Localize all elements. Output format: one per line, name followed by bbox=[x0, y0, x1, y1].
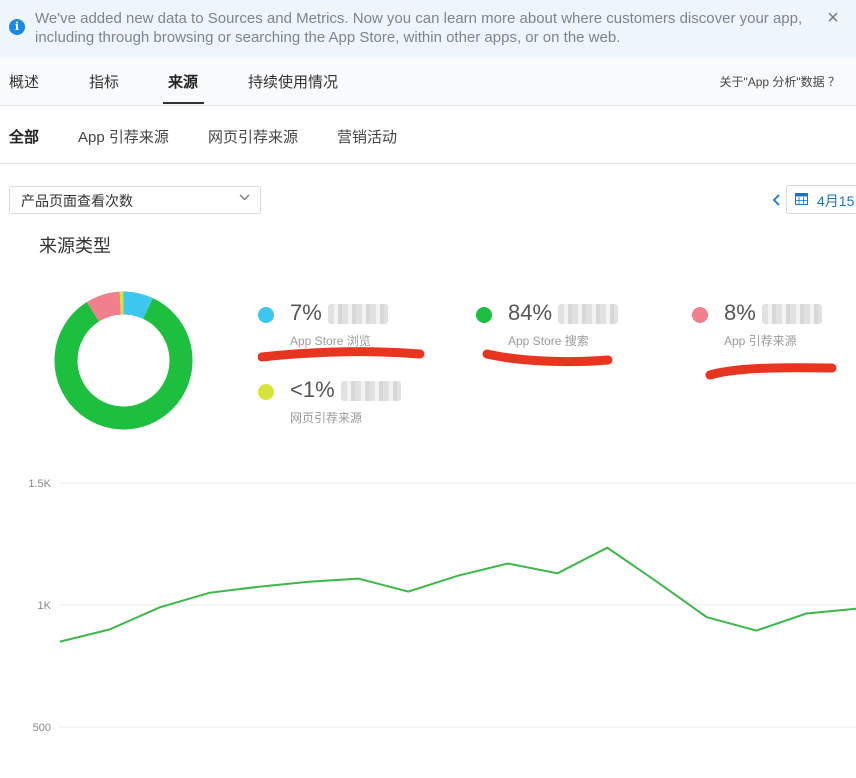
main-tabbar: 概述 指标 来源 持续使用情况 关于"App 分析"数据 ？ bbox=[0, 58, 856, 106]
legend-dot bbox=[258, 307, 274, 323]
info-icon: i bbox=[9, 19, 25, 35]
red-marker-annotation bbox=[482, 349, 613, 367]
tab-metrics[interactable]: 指标 bbox=[89, 71, 119, 92]
legend-dot bbox=[692, 307, 708, 323]
close-icon[interactable]: × bbox=[823, 8, 843, 28]
legend-percent: 8% bbox=[724, 300, 822, 326]
date-range-button[interactable]: 4月15 bbox=[786, 185, 856, 214]
calendar-icon bbox=[795, 193, 808, 205]
legend-percent: 7% bbox=[290, 300, 388, 326]
legend-label: 网页引荐来源 bbox=[290, 411, 363, 425]
legend-percent: <1% bbox=[290, 377, 401, 403]
tab-retention[interactable]: 持续使用情况 bbox=[248, 71, 338, 92]
metric-select[interactable]: 产品页面查看次数 bbox=[9, 186, 261, 214]
chart-y-ticks: 1.5K 1K 500 bbox=[28, 478, 51, 734]
y-tick-label: 500 bbox=[33, 722, 51, 734]
metric-select-value: 产品页面查看次数 bbox=[21, 193, 133, 209]
y-tick-label: 1K bbox=[38, 600, 52, 612]
legend-label: App 引荐来源 bbox=[724, 334, 797, 348]
banner-text: We've added new data to Sources and Metr… bbox=[35, 10, 803, 46]
subtab-campaigns[interactable]: 营销活动 bbox=[337, 126, 397, 147]
active-tab-indicator bbox=[163, 102, 204, 104]
section-title: 来源类型 bbox=[39, 236, 111, 256]
source-donut-chart bbox=[54, 291, 193, 430]
subtab-all[interactable]: 全部 bbox=[9, 126, 39, 147]
tab-overview[interactable]: 概述 bbox=[9, 71, 39, 92]
chevron-down-icon bbox=[239, 194, 250, 201]
y-tick-label: 1.5K bbox=[28, 478, 51, 490]
legend-dot bbox=[258, 384, 274, 400]
legend-dot bbox=[476, 307, 492, 323]
chevron-left-icon[interactable] bbox=[770, 190, 782, 210]
donut-slices bbox=[54, 291, 193, 430]
source-subtabs: 全部 App 引荐来源 网页引荐来源 营销活动 bbox=[0, 106, 856, 164]
chart-grid bbox=[58, 482, 856, 728]
legend-percent: 84% bbox=[508, 300, 619, 326]
red-marker-annotation bbox=[705, 363, 837, 380]
views-line-chart: 1.5K 1K 500 bbox=[28, 478, 856, 734]
legend-label: App Store 搜索 bbox=[508, 334, 589, 348]
subtab-web-referrers[interactable]: 网页引荐来源 bbox=[208, 126, 298, 147]
info-banner: i We've added new data to Sources and Me… bbox=[0, 0, 856, 58]
date-label: 4月15 bbox=[817, 193, 855, 209]
red-marker-annotation bbox=[258, 347, 425, 362]
donut-slice bbox=[54, 291, 193, 430]
about-analytics-link[interactable]: 关于"App 分析"数据 ？ bbox=[719, 73, 840, 90]
series-line bbox=[59, 546, 856, 643]
subtab-app-referrers[interactable]: App 引荐来源 bbox=[78, 126, 169, 147]
tab-sources[interactable]: 来源 bbox=[168, 71, 198, 92]
